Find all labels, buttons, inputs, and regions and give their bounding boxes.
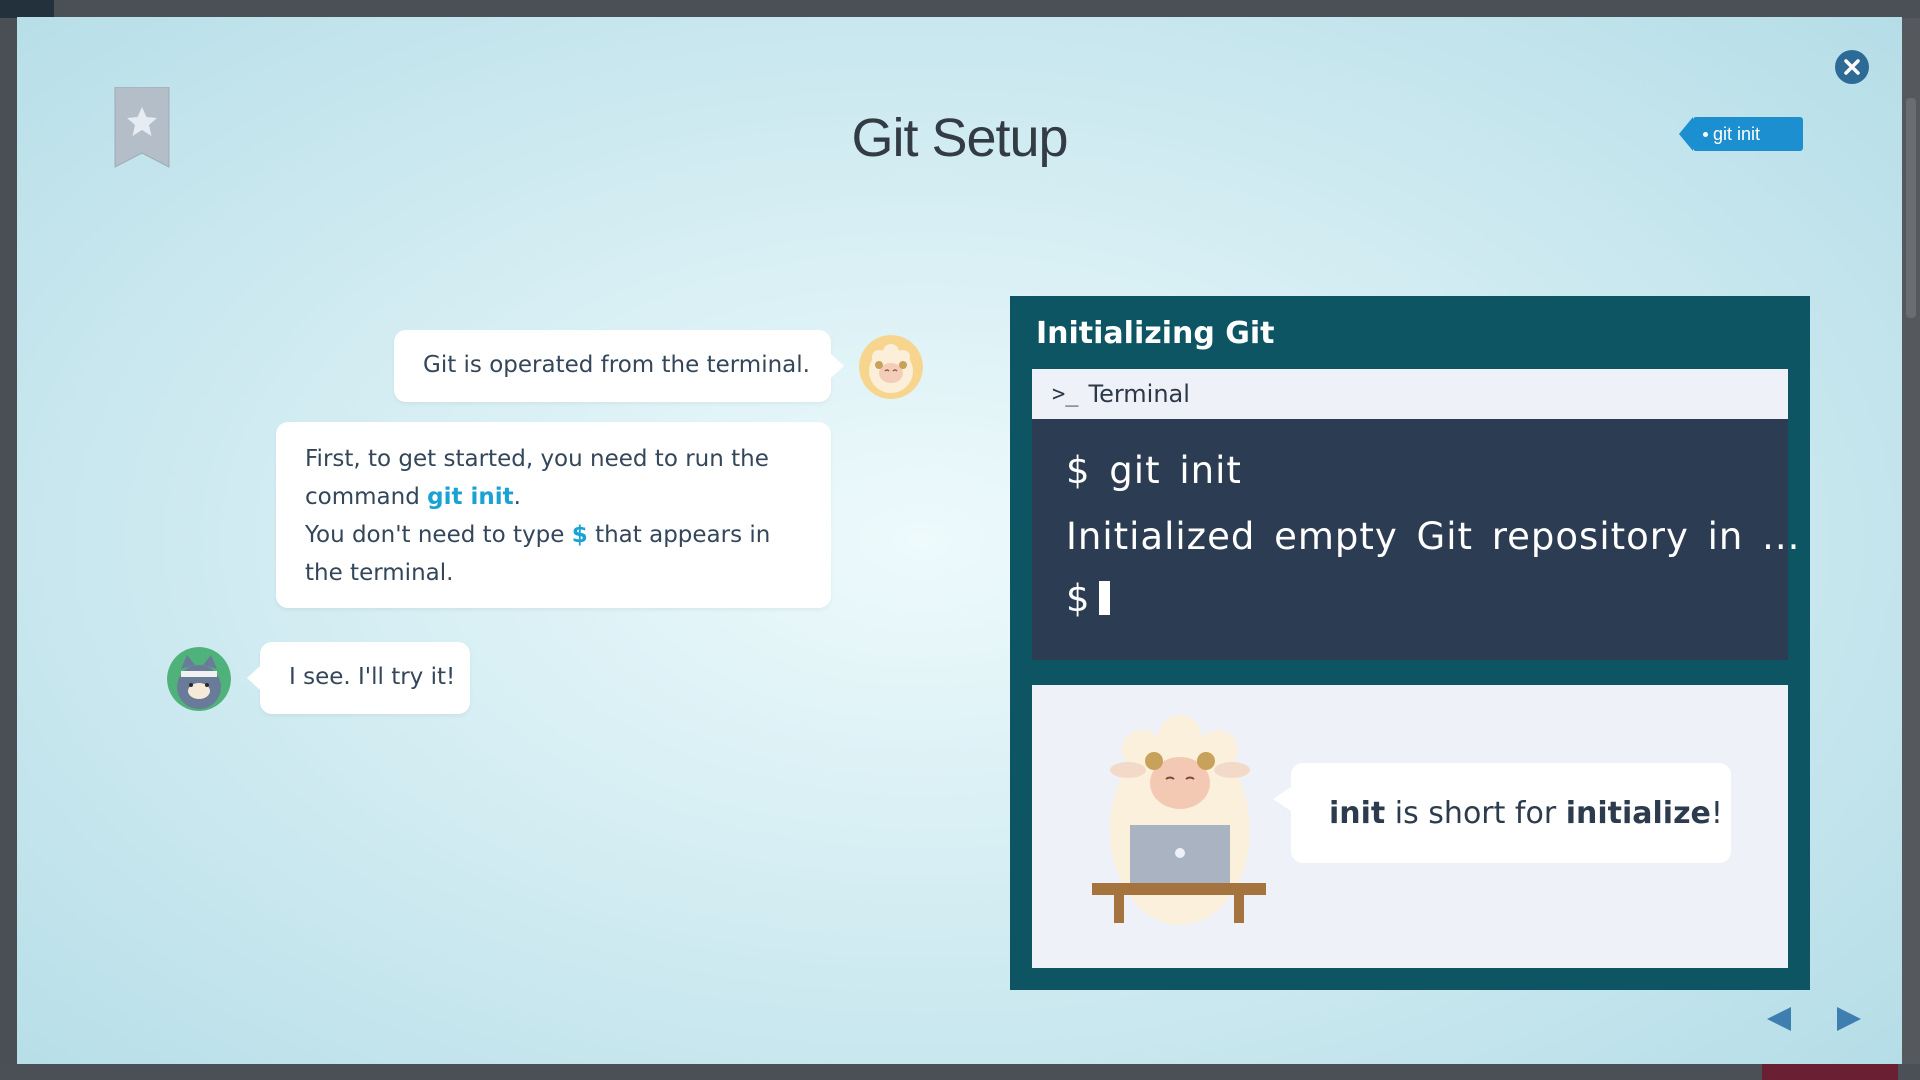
tip-text: is short for [1385,795,1566,831]
chat-bubble-cat: I see. I'll try it! [247,642,470,714]
terminal-line: Initialized empty Git repository in ... [1066,515,1801,558]
tip-bubble: init is short for initialize! [1273,763,1731,863]
inline-code-dollar: $ [571,522,588,548]
chat-bubble-sheep-1: Git is operated from the terminal. [394,330,844,402]
terminal-cursor [1098,581,1110,615]
terminal-header: >_ Terminal [1032,369,1788,419]
page-scrollbar[interactable] [1902,18,1920,1064]
terminal-label: Terminal [1088,380,1190,408]
terminal-prompt: $ [1066,577,1091,620]
tip-box: init is short for initialize! [1032,685,1788,968]
terminal-line: $ git init [1066,449,1242,492]
close-icon[interactable] [1835,50,1869,84]
chat-text: Git is operated from the terminal. [423,352,810,378]
page-title: Git Setup [851,108,1068,168]
inline-code-git-init: git init [427,484,514,510]
lesson-modal: Git Setup git init Git is operated from … [17,17,1902,1064]
terminal-output: $ git init Initialized empty Git reposit… [1032,419,1799,660]
tag-label: git init [1713,123,1761,144]
topic-tag: git init [1679,117,1803,151]
chat-text: I see. I'll try it! [289,664,456,690]
cat-avatar [167,647,231,711]
tip-bold-init: init [1329,795,1386,831]
chat-text: First, to get started, you need to run t… [305,446,769,510]
scrollbar-thumb[interactable] [1906,98,1916,318]
sheep-laptop-illustration [1092,715,1272,945]
background-top-bar [0,0,1920,18]
tip-text: ! [1710,795,1723,831]
background-bottom-bar [0,1064,1920,1080]
chat-text: You don't need to type [305,522,572,548]
panel-title: Initializing Git [1036,316,1275,351]
sheep-avatar [859,335,923,399]
tag-dot [1703,132,1708,137]
prev-arrow-icon[interactable] [1765,1005,1793,1033]
chat-bubble-sheep-2: First, to get started, you need to run t… [276,422,831,608]
tip-bold-initialize: initialize [1565,795,1711,831]
chat-text: . [513,484,521,510]
next-arrow-icon[interactable] [1835,1005,1863,1033]
background-logo-corner [0,0,54,18]
terminal-panel: Initializing Git >_ Terminal $ git init … [1010,296,1810,990]
terminal-prompt-icon: >_ [1052,381,1079,407]
terminal-line: $ [1066,577,1110,620]
